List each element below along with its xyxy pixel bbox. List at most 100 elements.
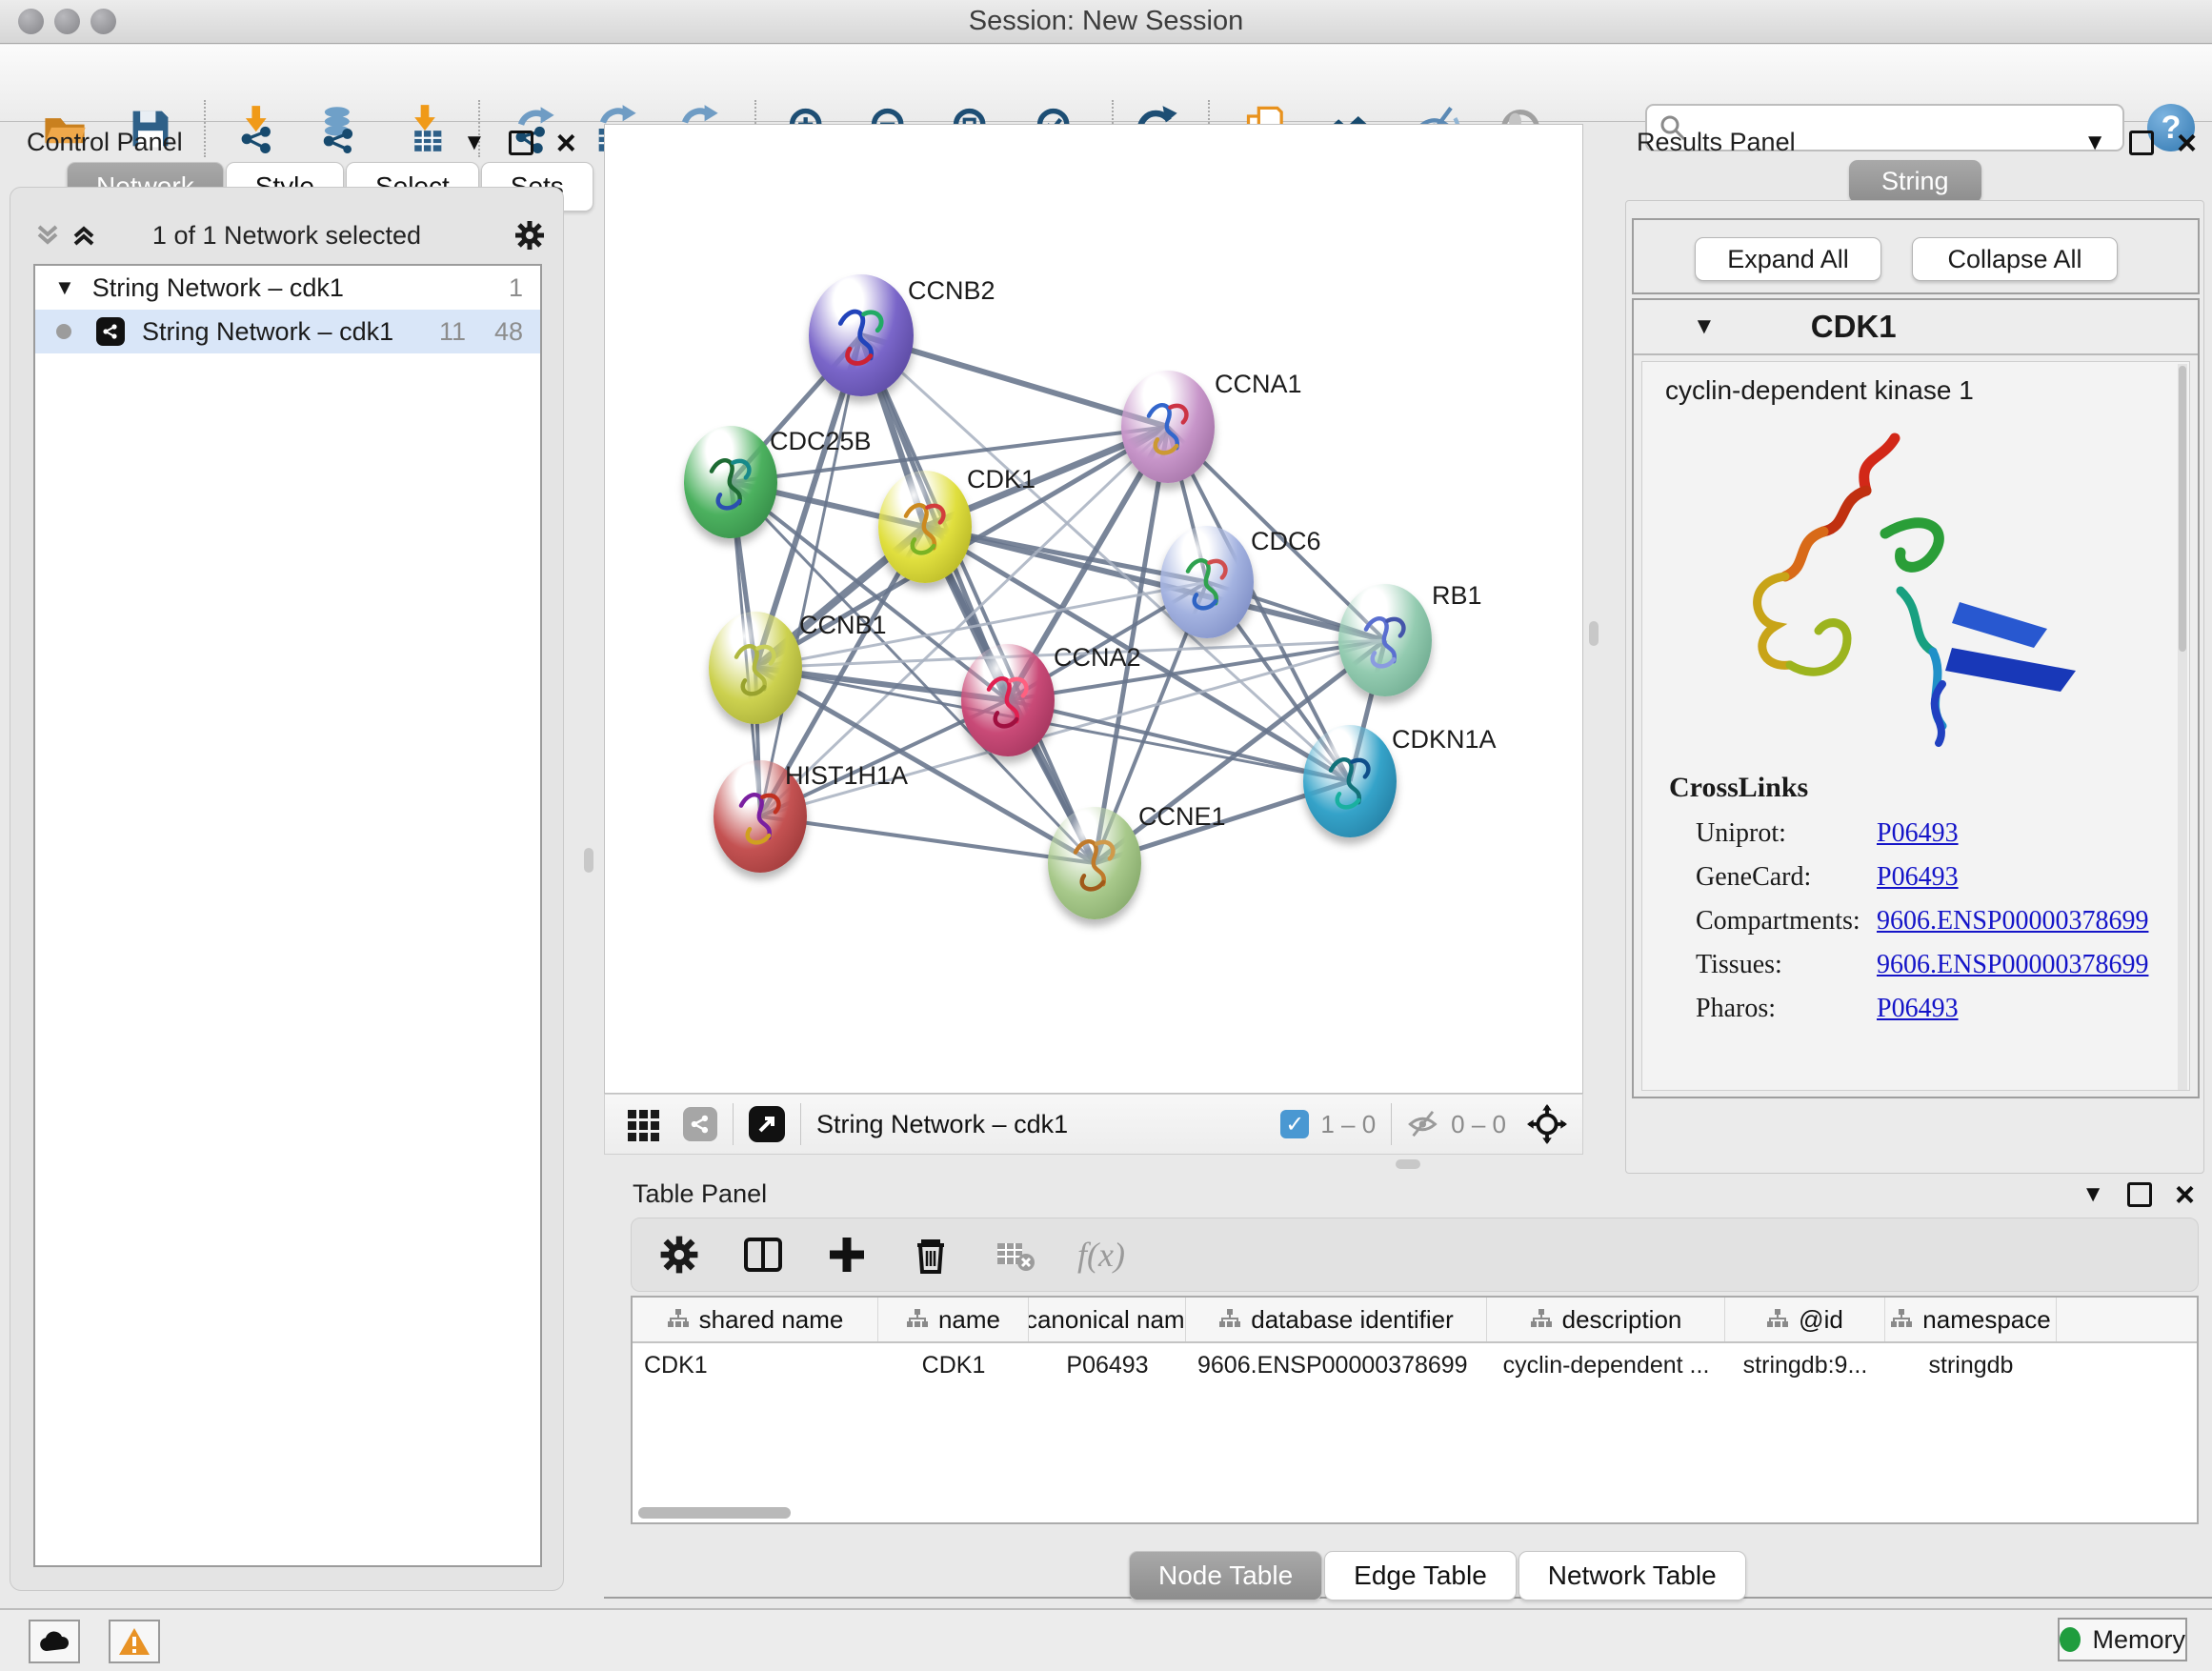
network-list-toolbar: 1 of 1 Network selected	[10, 214, 563, 256]
table-horizontal-scrollbar[interactable]	[633, 1507, 2197, 1519]
network-node-CDKN1A[interactable]	[1303, 725, 1397, 837]
collapse-panel-icon[interactable]: ▼	[2083, 130, 2106, 156]
table-panel-tabs: Node TableEdge TableNetwork Table	[1129, 1551, 1748, 1601]
cloud-icon	[38, 1630, 70, 1653]
network-node-CDC25B[interactable]	[684, 426, 777, 538]
function-builder-button: f(x)	[1077, 1235, 1125, 1275]
column-header-canonical-name[interactable]: canonical name	[1029, 1298, 1186, 1341]
node-label-CDC25B: CDC25B	[770, 427, 872, 456]
canvasbar-divider	[800, 1103, 801, 1145]
results-panel-title: Results Panel	[1637, 128, 1796, 157]
crosslink-value-link[interactable]: 9606.ENSP00000378699	[1877, 906, 2148, 936]
network-node-CDC6[interactable]	[1160, 526, 1254, 638]
memory-button[interactable]: Memory	[2058, 1618, 2187, 1661]
network-node-CCNB2[interactable]	[809, 274, 914, 396]
network-row[interactable]: String Network – cdk1 11 48	[35, 310, 540, 353]
table-cell: 9606.ENSP00000378699	[1186, 1343, 1487, 1387]
network-view-canvas[interactable]: CCNB2CCNA1CDC25BCDK1CDC6RB1CCNB1CCNA2CDK…	[604, 124, 1583, 1094]
tab-node-table[interactable]: Node Table	[1129, 1551, 1322, 1601]
network-node-CCNA1[interactable]	[1121, 371, 1215, 483]
network-options-gear-icon[interactable]	[513, 219, 546, 252]
gene-description: cyclin-dependent kinase 1	[1665, 375, 1974, 406]
node-label-HIST1H1A: HIST1H1A	[785, 761, 908, 791]
network-node-CCNB1[interactable]	[709, 612, 802, 724]
bottom-splitter-handle[interactable]	[1396, 1159, 1420, 1169]
network-node-CCNE1[interactable]	[1048, 807, 1141, 919]
network-node-CCNA2[interactable]	[961, 644, 1055, 756]
detach-view-icon[interactable]	[749, 1106, 785, 1142]
titlebar: Session: New Session	[0, 0, 2212, 44]
tab-edge-table[interactable]: Edge Table	[1324, 1551, 1517, 1601]
fit-content-crosshair-icon[interactable]	[1527, 1104, 1567, 1144]
collection-expander-icon[interactable]: ▼	[54, 275, 75, 300]
right-splitter-handle[interactable]	[1589, 621, 1599, 646]
table-cell: stringdb:9...	[1725, 1343, 1885, 1387]
table-cell: CDK1	[633, 1343, 878, 1387]
crosslinks-heading: CrossLinks	[1669, 772, 1808, 804]
float-panel-icon[interactable]	[509, 131, 533, 155]
node-label-CCNB1: CCNB1	[799, 611, 887, 640]
warning-icon	[118, 1627, 151, 1656]
warning-button[interactable]	[109, 1620, 160, 1663]
crosslink-value-link[interactable]: P06493	[1877, 862, 1959, 893]
close-panel-icon[interactable]: ×	[556, 131, 576, 155]
crosslink-row: Pharos:P06493	[1696, 987, 2148, 1031]
zoom-window-button[interactable]	[90, 9, 116, 34]
collapse-all-button[interactable]: Collapse All	[1912, 237, 2118, 281]
section-expander-icon[interactable]: ▼	[1693, 313, 1716, 340]
network-node-RB1[interactable]	[1338, 584, 1432, 696]
hierarchy-icon	[1218, 1309, 1241, 1330]
network-collection-row[interactable]: ▼ String Network – cdk1 1	[35, 266, 540, 310]
expand-all-button[interactable]: Expand All	[1695, 237, 1881, 281]
selected-nodes-checkbox[interactable]: ✓	[1280, 1110, 1309, 1138]
crosslink-value-link[interactable]: P06493	[1877, 818, 1959, 849]
canvas-network-title: String Network – cdk1	[816, 1110, 1068, 1139]
grid-view-icon[interactable]	[626, 1106, 662, 1142]
left-splitter-handle[interactable]	[584, 848, 593, 873]
table-options-gear-icon[interactable]	[658, 1234, 700, 1276]
delete-column-icon[interactable]	[910, 1234, 952, 1276]
column-header-shared-name[interactable]: shared name	[633, 1298, 878, 1341]
memory-label: Memory	[2092, 1625, 2185, 1655]
column-header-description[interactable]: description	[1487, 1298, 1725, 1341]
column-header-database-identifier[interactable]: database identifier	[1186, 1298, 1487, 1341]
show-columns-icon[interactable]	[742, 1234, 784, 1276]
collection-label: String Network – cdk1	[92, 273, 344, 303]
close-panel-icon[interactable]: ×	[2175, 1182, 2195, 1207]
collapse-panel-icon[interactable]: ▼	[2081, 1181, 2104, 1208]
crosslinks-list: Uniprot:P06493GeneCard:P06493Compartment…	[1696, 812, 2148, 1031]
column-header-name[interactable]: name	[878, 1298, 1029, 1341]
birdseye-view-icon[interactable]	[683, 1107, 717, 1141]
close-panel-icon[interactable]: ×	[2177, 131, 2197, 155]
collection-count: 1	[509, 273, 523, 303]
float-panel-icon[interactable]	[2129, 131, 2154, 155]
memory-status-icon	[2060, 1627, 2081, 1652]
string-results-group: Expand All Collapse All ▼ CDK1 cyclin-de…	[1625, 200, 2204, 1174]
table-cell: cyclin-dependent ...	[1487, 1343, 1725, 1387]
add-column-icon[interactable]	[826, 1234, 868, 1276]
column-header--id[interactable]: @id	[1725, 1298, 1885, 1341]
hidden-eye-icon[interactable]	[1407, 1110, 1441, 1138]
network-selection-status: 1 of 1 Network selected	[10, 221, 563, 251]
node-label-CCNA2: CCNA2	[1054, 643, 1141, 673]
crosslink-label: Compartments:	[1696, 906, 1877, 936]
results-scrollbar[interactable]	[2178, 364, 2187, 1090]
network-node-CDK1[interactable]	[878, 471, 972, 583]
gene-section-header[interactable]: ▼ CDK1	[1634, 300, 2198, 355]
tab-network-table[interactable]: Network Table	[1518, 1551, 1746, 1601]
float-panel-icon[interactable]	[2127, 1182, 2152, 1207]
collapse-panel-icon[interactable]: ▼	[463, 130, 486, 156]
tab-string[interactable]: String	[1849, 160, 1981, 203]
expand-collapse-box: Expand All Collapse All	[1632, 218, 2200, 294]
column-header-namespace[interactable]: namespace	[1885, 1298, 2057, 1341]
crosslink-label: GeneCard:	[1696, 862, 1877, 893]
cloud-button[interactable]	[29, 1620, 80, 1663]
hierarchy-icon	[1890, 1309, 1913, 1330]
crosslink-value-link[interactable]: 9606.ENSP00000378699	[1877, 950, 2148, 980]
table-row[interactable]: CDK1CDK1P064939606.ENSP00000378699cyclin…	[633, 1343, 2197, 1387]
crosslink-value-link[interactable]: P06493	[1877, 994, 1959, 1024]
edge-count: 48	[494, 317, 523, 347]
close-window-button[interactable]	[18, 9, 44, 34]
minimize-window-button[interactable]	[54, 9, 80, 34]
hidden-count: 0 – 0	[1451, 1110, 1506, 1139]
